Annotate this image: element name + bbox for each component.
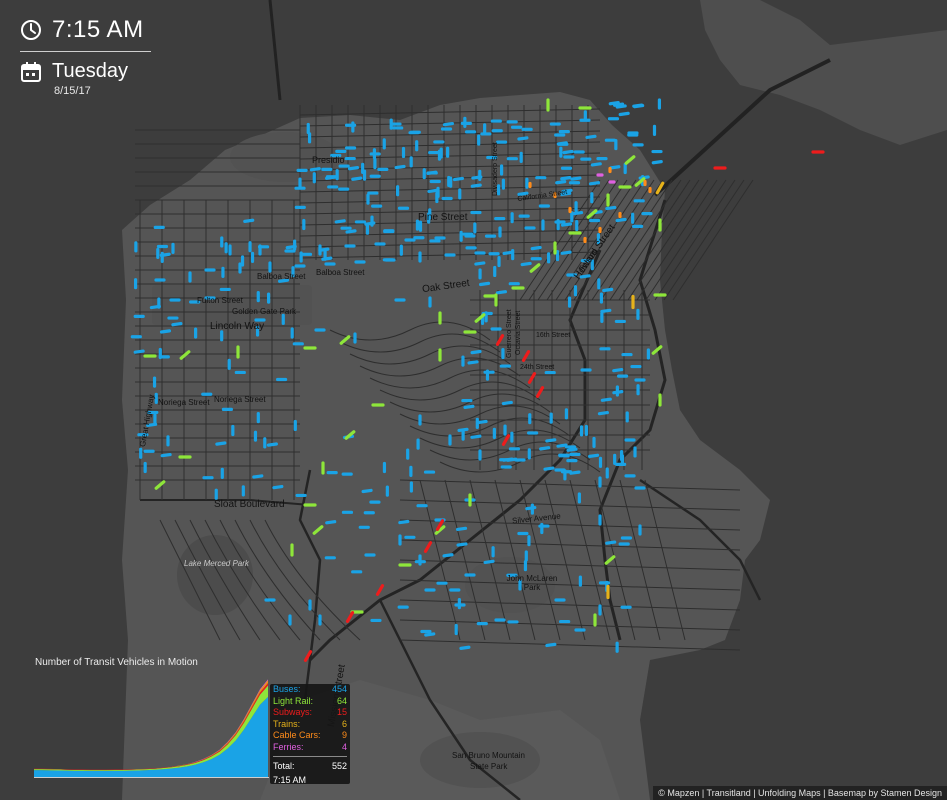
legend-row-cable-car: Cable Cars: 9 [270, 730, 350, 742]
label-divisadero-street: Divisadero Street [492, 142, 499, 196]
legend-row-bus: Buses: 454 [270, 684, 350, 696]
label-golden-gate-park: Golden Gate Park [232, 307, 297, 316]
legend-row-label: Subways: [273, 707, 313, 717]
calendar-icon [21, 61, 41, 82]
label-state-park: State Park [470, 762, 508, 771]
legend-total-label: Total: [273, 761, 295, 771]
vehicle-count-chart [34, 679, 269, 778]
clock-divider [20, 51, 151, 52]
legend-divider [273, 756, 347, 757]
label-16th-street: 16th Street [536, 332, 571, 339]
legend-row-label: Buses: [273, 684, 301, 694]
legend-row-label: Trains: [273, 718, 301, 729]
label-guerrero-street: Guerrero Street [506, 309, 513, 358]
label-noriega-street-2: Noriega Street [214, 395, 266, 404]
legend-row-train: Trains: 6 [270, 719, 350, 731]
legend-row-light-rail: Light Rail: 64 [270, 696, 350, 708]
legend-row-subway: Subways: 15 [270, 707, 350, 719]
label-pine-street: Pine Street [418, 212, 468, 223]
label-lake-merced-park: Lake Merced Park [184, 559, 249, 568]
chart-title: Number of Transit Vehicles in Motion [35, 657, 198, 668]
chart-legend: Buses: 454 Light Rail: 64 Subways: 15 Trains: 6… [270, 684, 350, 785]
label-balboa-street-2: Balboa Street [316, 268, 365, 277]
current-day: Tuesday [52, 60, 128, 82]
legend-row-label: Ferries: [273, 741, 304, 752]
legend-total-row: Total: 552 [270, 761, 350, 773]
label-balboa-street-1: Balboa Street [257, 272, 306, 281]
clock-icon [21, 20, 41, 40]
label-noriega-street-1: Noriega Street [158, 398, 210, 407]
label-fulton-street: Fulton Street [197, 296, 243, 305]
label-presidio: Presidio [312, 155, 345, 165]
legend-row-label: Light Rail: [273, 695, 314, 706]
clock-panel: 7:15 AM Tuesday 8/15/17 [20, 16, 151, 97]
legend-time: 7:15 AM [273, 774, 307, 785]
legend-total-value: 552 [331, 761, 347, 771]
legend-row-value: 4 [341, 741, 347, 752]
current-time: 7:15 AM [52, 16, 144, 43]
legend-row-value: 64 [336, 695, 347, 706]
label-24th-street: 24th Street [520, 364, 555, 371]
label-sloat-boulevard: Sloat Boulevard [214, 499, 285, 510]
label-lincoln-way: Lincoln Way [210, 321, 265, 332]
label-john-mclaren-park: John McLaren Park [506, 574, 558, 592]
current-date: 8/15/17 [54, 85, 91, 97]
label-octavia-street: Octavia Street [515, 310, 522, 355]
legend-row-label: Cable Cars: [273, 730, 321, 740]
legend-row-value: 6 [341, 718, 347, 729]
map-attribution[interactable]: © Mapzen | Transitland | Unfolding Maps … [653, 786, 947, 800]
legend-row-value: 454 [331, 684, 347, 694]
legend-row-value: 15 [336, 707, 347, 717]
legend-row-ferry: Ferries: 4 [270, 742, 350, 754]
legend-row-value: 9 [341, 730, 347, 740]
label-san-bruno-mountain: San Bruno Mountain [452, 751, 525, 760]
